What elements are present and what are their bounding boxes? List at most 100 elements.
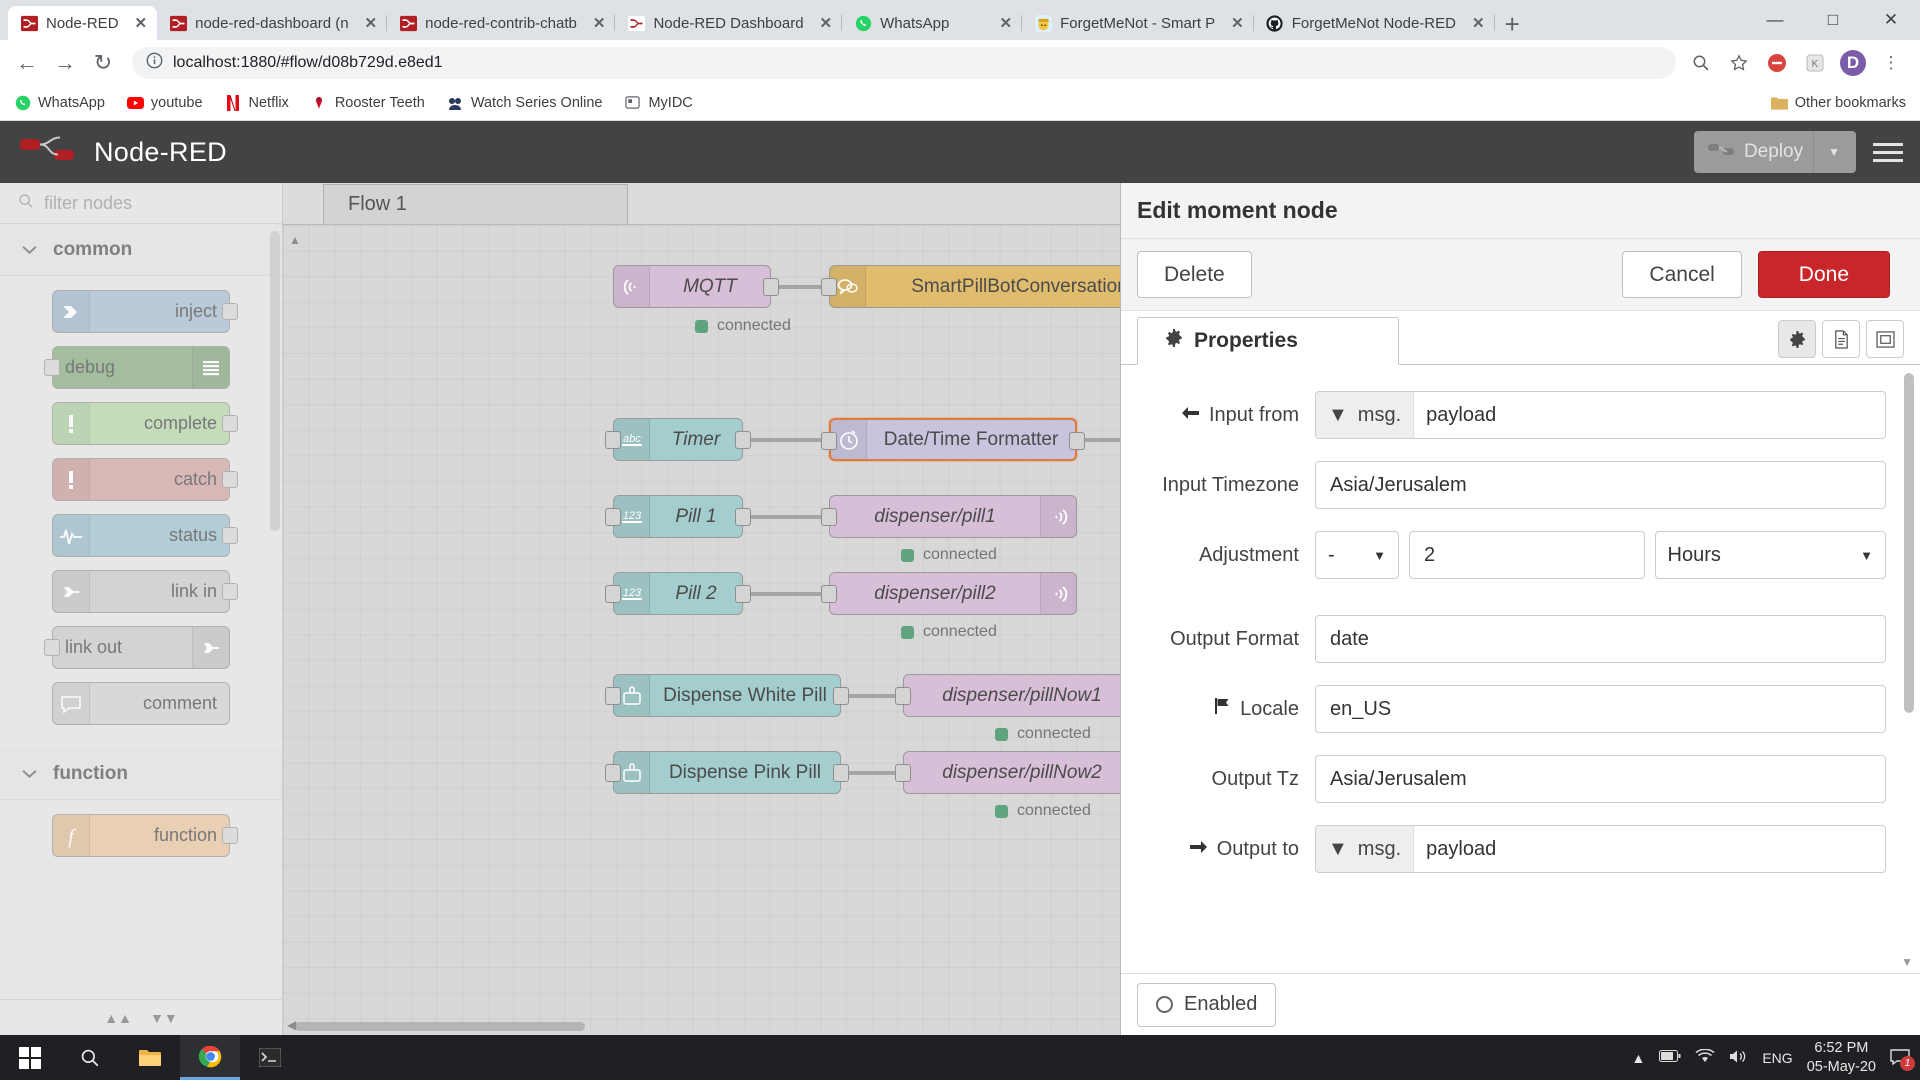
close-icon[interactable]: ✕	[992, 14, 1013, 32]
flow-node-pill-2[interactable]: 123 Pill 2	[605, 572, 751, 615]
zoom-icon[interactable]	[1688, 50, 1714, 76]
file-explorer-icon[interactable]	[120, 1035, 180, 1080]
output-port[interactable]	[1069, 432, 1085, 450]
close-icon[interactable]: ✕	[1223, 14, 1244, 32]
done-button[interactable]: Done	[1757, 251, 1890, 298]
input-port[interactable]	[821, 508, 837, 526]
flow-node-dispense-pink-pill[interactable]: Dispense Pink Pill	[605, 751, 849, 794]
scroll-left-arrow-icon[interactable]: ◀	[287, 1018, 296, 1032]
output-port[interactable]	[222, 827, 238, 844]
enabled-toggle[interactable]: Enabled	[1137, 982, 1277, 1027]
flow-node-timer[interactable]: abc Timer	[605, 418, 751, 461]
close-icon[interactable]: ✕	[357, 14, 378, 32]
notification-center-icon[interactable]: 1	[1890, 1048, 1915, 1071]
palette-node-status[interactable]: status	[52, 514, 238, 557]
chrome-icon[interactable]	[180, 1035, 240, 1080]
menu-icon[interactable]: ⋮	[1878, 50, 1904, 76]
palette-node-link-in[interactable]: link in	[52, 570, 238, 613]
palette-category-function[interactable]: function	[0, 748, 282, 800]
adblock-icon[interactable]	[1764, 50, 1790, 76]
browser-tab-1[interactable]: node-red-dashboard (n ✕	[157, 6, 388, 40]
output-port[interactable]	[222, 527, 238, 544]
new-tab-button[interactable]: +	[1505, 10, 1520, 38]
input-port[interactable]	[605, 764, 621, 782]
other-bookmarks-button[interactable]: Other bookmarks	[1770, 94, 1906, 111]
window-close-button[interactable]: ✕	[1862, 10, 1920, 30]
palette-scrollbar[interactable]	[270, 231, 280, 531]
profile-avatar[interactable]: D	[1840, 49, 1866, 76]
palette-filter[interactable]: filter nodes	[0, 183, 282, 224]
browser-tab-0[interactable]: Node-RED ✕	[8, 6, 158, 40]
output-port[interactable]	[735, 585, 751, 603]
scroll-down-arrow-icon[interactable]: ▼	[1901, 955, 1913, 969]
main-menu-button[interactable]	[1856, 142, 1920, 162]
flow-node-dispenser-pill2[interactable]: dispenser/pill2	[821, 572, 1077, 615]
output-port[interactable]	[833, 764, 849, 782]
bookmark-netflix[interactable]: Netflix	[225, 94, 289, 111]
palette-node-complete[interactable]: complete	[52, 402, 238, 445]
input-port[interactable]	[821, 585, 837, 603]
output-port[interactable]	[222, 583, 238, 600]
language-indicator[interactable]: ENG	[1762, 1050, 1792, 1066]
description-icon[interactable]	[1822, 320, 1860, 358]
palette-node-debug[interactable]: debug	[44, 346, 230, 389]
palette-node-inject[interactable]: inject	[52, 290, 238, 333]
output-port[interactable]	[222, 303, 238, 320]
terminal-icon[interactable]	[240, 1035, 300, 1080]
edit-panel-scrollbar[interactable]	[1904, 373, 1914, 713]
canvas-horizontal-scrollbar[interactable]	[295, 1022, 585, 1031]
input-port[interactable]	[605, 585, 621, 603]
cancel-button[interactable]: Cancel	[1622, 251, 1742, 298]
input-port[interactable]	[44, 639, 60, 656]
close-icon[interactable]: ✕	[585, 14, 606, 32]
address-bar[interactable]: localhost:1880/#flow/d08b729d.e8ed1	[132, 46, 1676, 79]
output-port[interactable]	[833, 687, 849, 705]
browser-tab-5[interactable]: ForgetMeNot - Smart P ✕	[1022, 6, 1254, 40]
palette-node-link-out[interactable]: link out	[44, 626, 230, 669]
palette-node-comment[interactable]: comment	[52, 682, 230, 725]
locale-field[interactable]: en_US	[1315, 685, 1886, 733]
flow-node-pill-1[interactable]: 123 Pill 1	[605, 495, 751, 538]
tab-properties[interactable]: Properties	[1137, 317, 1399, 365]
output-tz-field[interactable]: Asia/Jerusalem	[1315, 755, 1886, 803]
palette-node-catch[interactable]: catch	[52, 458, 238, 501]
input-from-field[interactable]: ▼ msg. payload	[1315, 391, 1886, 439]
reload-icon[interactable]: ↻	[86, 46, 120, 80]
browser-tab-4[interactable]: WhatsApp ✕	[842, 6, 1023, 40]
browser-tab-3[interactable]: Node-RED Dashboard ✕	[615, 6, 843, 40]
clock[interactable]: 6:52 PM 05-May-20	[1807, 1039, 1876, 1075]
input-port[interactable]	[821, 432, 837, 450]
browser-tab-2[interactable]: node-red-contrib-chatb ✕	[387, 6, 616, 40]
adjustment-sign-select[interactable]: - ▼	[1315, 531, 1399, 579]
adjustment-unit-select[interactable]: Hours ▼	[1654, 531, 1886, 579]
msg-type-selector[interactable]: ▼ msg.	[1316, 826, 1415, 872]
bookmark-watch-series-online[interactable]: Watch Series Online	[447, 94, 602, 111]
adjustment-amount-field[interactable]: 2	[1409, 531, 1645, 579]
close-icon[interactable]: ✕	[812, 14, 833, 32]
input-port[interactable]	[44, 359, 60, 376]
output-port[interactable]	[735, 508, 751, 526]
flow-node-dispense-white-pill[interactable]: Dispense White Pill	[605, 674, 849, 717]
extension-icon[interactable]: K	[1802, 50, 1828, 76]
gear-icon[interactable]	[1778, 320, 1816, 358]
delete-button[interactable]: Delete	[1137, 251, 1252, 298]
input-port[interactable]	[821, 278, 837, 296]
msg-type-selector[interactable]: ▼ msg.	[1316, 392, 1415, 438]
output-to-field[interactable]: ▼ msg. payload	[1315, 825, 1886, 873]
chevron-down-icon[interactable]: ▼	[1813, 131, 1840, 173]
expand-all-icon[interactable]: ▼▼	[150, 1010, 178, 1026]
flow-node-dispenser-pill1[interactable]: dispenser/pill1	[821, 495, 1077, 538]
input-timezone-field[interactable]: Asia/Jerusalem	[1315, 461, 1886, 509]
input-port[interactable]	[605, 431, 621, 449]
bookmark-rooster-teeth[interactable]: Rooster Teeth	[311, 94, 425, 111]
output-format-field[interactable]: date	[1315, 615, 1886, 663]
forward-icon[interactable]: →	[48, 46, 82, 80]
start-icon[interactable]	[0, 1035, 60, 1080]
battery-icon[interactable]	[1659, 1049, 1681, 1066]
palette-category-common[interactable]: common	[0, 224, 282, 276]
appearance-icon[interactable]	[1866, 320, 1904, 358]
bookmark-whatsapp[interactable]: WhatsApp	[14, 94, 105, 111]
input-port[interactable]	[605, 687, 621, 705]
palette-node-function[interactable]: f function	[52, 814, 238, 857]
maximize-button[interactable]: □	[1804, 10, 1862, 30]
